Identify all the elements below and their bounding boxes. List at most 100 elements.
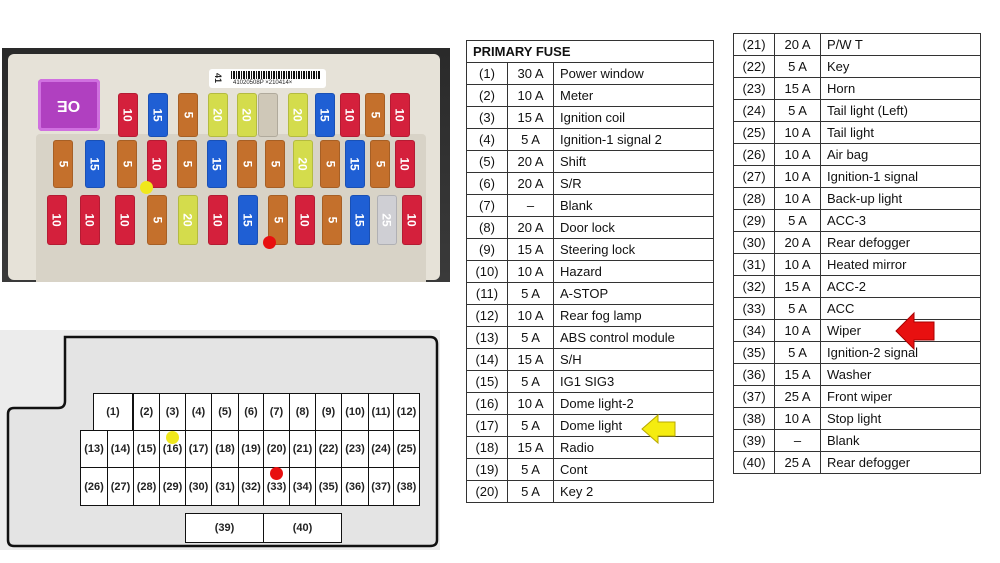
fuse-number: (39)	[733, 429, 775, 452]
fuse-position-cell: (7)	[263, 393, 290, 431]
fuse-number: (17)	[466, 414, 508, 437]
fuse-position-cell: (23)	[341, 430, 369, 468]
fuse: 10	[80, 195, 100, 245]
fuse-amperage: 10 A	[774, 187, 821, 210]
fuse-number: (38)	[733, 407, 775, 430]
main-fuse-label: OE	[57, 97, 81, 114]
fuse-number: (36)	[733, 363, 775, 386]
fuse: 20	[237, 93, 257, 137]
fuse-description: Dome light	[553, 414, 714, 437]
fuse: 10	[118, 93, 138, 137]
fuse-position-cell: (37)	[368, 467, 394, 506]
table-row: (22) 5 A Key	[733, 55, 981, 78]
fuse-position-cell: (27)	[107, 467, 134, 506]
fuse-description: S/R	[553, 172, 714, 195]
fuse-description: Door lock	[553, 216, 714, 239]
fuse-description: Cont	[553, 458, 714, 481]
fuse-position-cell: (22)	[315, 430, 342, 468]
table-row: (28) 10 A Back-up light	[733, 187, 981, 210]
fuse-position-cell: (13)	[80, 430, 108, 468]
fuse-rating: 5	[150, 216, 164, 224]
fuse-position-cell: (36)	[341, 467, 369, 506]
fuse-description: A-STOP	[553, 282, 714, 305]
table-row: (15) 5 A IG1 SIG3	[466, 370, 714, 393]
fuse-amperage: 10 A	[507, 260, 554, 283]
fuse: 15	[315, 93, 335, 137]
fuse: 10	[390, 93, 410, 137]
fuse-rating: 5	[323, 160, 337, 168]
table-row: (14) 15 A S/H	[466, 348, 714, 371]
fuse-number: (19)	[466, 458, 508, 481]
fuse-position-cell: (19)	[238, 430, 264, 468]
fuse-position-cell: (30)	[185, 467, 212, 506]
fuse: 10	[395, 140, 415, 188]
fuse-position-cell: (18)	[211, 430, 239, 468]
fuse-rating: 25	[379, 213, 394, 227]
fuse: 5	[365, 93, 385, 137]
fuse-description: Dome light-2	[553, 392, 714, 415]
fuse-amperage: 5 A	[774, 55, 821, 78]
fuse-number: (20)	[466, 480, 508, 503]
table-row: (4) 5 A Ignition-1 signal 2	[466, 128, 714, 151]
fuse-number: (28)	[733, 187, 775, 210]
fuse-position-cell: (35)	[315, 467, 342, 506]
fuse-position-cell: (20)	[263, 430, 290, 468]
fuse-amperage: 15 A	[507, 106, 554, 129]
table-row: (40) 25 A Rear defogger	[733, 451, 981, 474]
red-marker-dot	[270, 467, 283, 480]
fuse: 5	[320, 140, 340, 188]
fuse: 10	[340, 93, 360, 137]
fuse-position-cell: (24)	[368, 430, 394, 468]
fuse-position-cell: (11)	[368, 393, 394, 431]
fuse-rating: 10	[297, 213, 312, 227]
fuse-amperage: 10 A	[774, 121, 821, 144]
fuse-position-cell: (2)	[133, 393, 160, 431]
fuse-position-cell: (12)	[393, 393, 420, 431]
table-row: (20) 5 A Key 2	[466, 480, 714, 503]
fuse: 5	[177, 140, 197, 188]
fuse-amperage: 15 A	[507, 238, 554, 261]
fuse-description: Front wiper	[820, 385, 981, 408]
fuse-description: Rear defogger	[820, 451, 981, 474]
fuse-rating: 15	[150, 108, 165, 122]
fuse-rating: 20	[290, 108, 305, 122]
fuse-amperage: 5 A	[774, 297, 821, 320]
fuse-rating: 10	[49, 213, 64, 227]
fuse-description: Washer	[820, 363, 981, 386]
fuse-position-cell: (5)	[211, 393, 239, 431]
table-row: (11) 5 A A-STOP	[466, 282, 714, 305]
fuse-rating: 20	[210, 108, 225, 122]
fuse-position-cell: (28)	[133, 467, 160, 506]
fuse-number: (7)	[466, 194, 508, 217]
fuse-position-cell: (4)	[185, 393, 212, 431]
table-row: (1) 30 A Power window	[466, 62, 714, 85]
table-row: (31) 10 A Heated mirror	[733, 253, 981, 276]
fuse-description: Ignition-1 signal 2	[553, 128, 714, 151]
barcode-bars	[231, 71, 321, 79]
fuse: 5	[265, 140, 285, 188]
fuse-position-cell: (15)	[133, 430, 160, 468]
table-title: PRIMARY FUSE	[466, 40, 714, 63]
fuse-position-cell: (6)	[238, 393, 264, 431]
table-row: (12) 10 A Rear fog lamp	[466, 304, 714, 327]
fuse-description: P/W T	[820, 33, 981, 56]
fuse: 10	[402, 195, 422, 245]
fuse: 5	[178, 93, 198, 137]
fuse-number: (40)	[733, 451, 775, 474]
fuse-rating: 5	[180, 160, 194, 168]
fuse-rating: 15	[352, 213, 367, 227]
table-row: (39) – Blank	[733, 429, 981, 452]
fuse-description: Tail light	[820, 121, 981, 144]
yellow-arrow-icon	[641, 413, 676, 445]
fuse-position-cell: (3)	[159, 393, 186, 431]
fuse-number: (10)	[466, 260, 508, 283]
fuse-position-cell: (39)	[185, 513, 264, 543]
fuse: 20	[208, 93, 228, 137]
fuse-rating: 15	[87, 157, 102, 171]
fuse-description: ABS control module	[553, 326, 714, 349]
fuse-rating: 5	[181, 111, 195, 119]
fuse-rating: 10	[149, 157, 164, 171]
fuse-amperage: 20 A	[507, 150, 554, 173]
fuse-amperage: 15 A	[507, 348, 554, 371]
fuse-number: (3)	[466, 106, 508, 129]
